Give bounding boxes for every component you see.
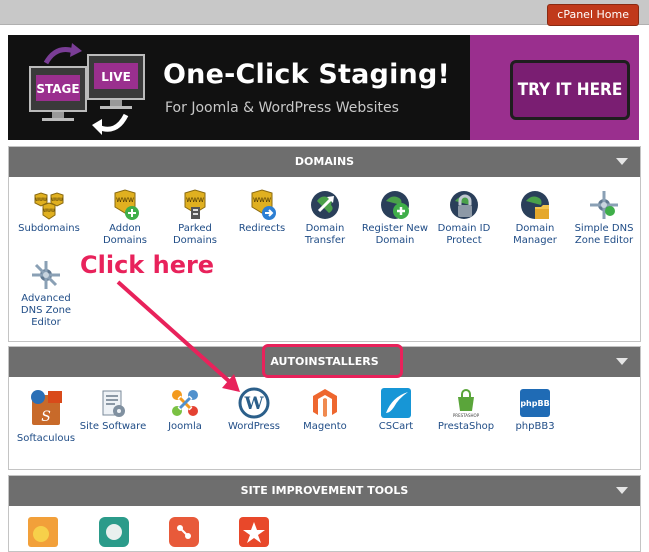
register-domain-icon bbox=[381, 191, 409, 219]
site-improvement-section: SITE IMPROVEMENT TOOLS bbox=[8, 475, 641, 552]
item-label: CSCart bbox=[378, 421, 414, 432]
advanced-dns-icon bbox=[32, 261, 60, 289]
phpbb3-icon: phpBB bbox=[520, 389, 550, 417]
item-label: Domain Manager bbox=[513, 223, 557, 246]
item-label: Parked Domains bbox=[172, 223, 217, 246]
joomla-icon bbox=[172, 390, 198, 416]
svg-text:WWW: WWW bbox=[253, 197, 271, 204]
item-label: WordPress bbox=[227, 421, 281, 432]
svg-text:WWW: WWW bbox=[116, 197, 134, 204]
svg-text:phpBB: phpBB bbox=[520, 399, 549, 408]
collapse-triangle-icon[interactable] bbox=[616, 158, 628, 165]
item-label: Addon Domains bbox=[102, 223, 147, 246]
addon-domains-icon: WWW bbox=[114, 189, 139, 220]
mascot-tool-icon[interactable] bbox=[98, 516, 130, 548]
svg-text:W: W bbox=[243, 394, 264, 414]
item-label: PrestaShop bbox=[437, 421, 495, 432]
cscart-icon bbox=[381, 388, 411, 418]
domain-manager-icon bbox=[521, 191, 549, 219]
domain-item-register-new-domain[interactable]: Register New Domain bbox=[358, 189, 432, 247]
domains-title: DOMAINS bbox=[294, 155, 355, 168]
svg-text:WWW: WWW bbox=[43, 208, 55, 213]
collapse-triangle-icon[interactable] bbox=[616, 487, 628, 494]
prestashop-icon: PRESTASHOP bbox=[453, 389, 480, 418]
banner-headline: One-Click Staging! bbox=[163, 59, 450, 90]
item-label: Domain Transfer bbox=[304, 223, 346, 246]
svg-text:WWW: WWW bbox=[35, 197, 47, 202]
wordpress-icon: W bbox=[238, 387, 270, 419]
installer-item-wordpress[interactable]: W WordPress bbox=[217, 387, 291, 433]
simple-dns-icon bbox=[590, 191, 618, 219]
installer-item-magento[interactable]: Magento bbox=[288, 387, 362, 433]
domain-id-protect-icon bbox=[450, 191, 478, 219]
stage-label: STAGE bbox=[36, 82, 79, 96]
network-tool-icon[interactable] bbox=[168, 516, 200, 548]
domain-item-simple-dns-zone-editor[interactable]: Simple DNS Zone Editor bbox=[567, 189, 641, 247]
domain-item-domain-id-protect[interactable]: Domain ID Protect bbox=[427, 189, 501, 247]
item-label: Register New Domain bbox=[361, 223, 429, 246]
item-label: Site Software bbox=[79, 421, 147, 432]
parked-domains-icon: WWW bbox=[184, 189, 206, 219]
svg-text:PRESTASHOP: PRESTASHOP bbox=[453, 413, 480, 418]
domain-item-domain-transfer[interactable]: Domain Transfer bbox=[288, 189, 362, 247]
redirects-icon: WWW bbox=[251, 189, 276, 220]
cpanel-home-button[interactable]: cPanel Home bbox=[547, 4, 639, 26]
item-label: Domain ID Protect bbox=[437, 223, 491, 246]
staging-banner[interactable]: STAGE LIVE One-Click Staging! For Joomla… bbox=[8, 35, 639, 140]
domain-item-subdomains[interactable]: WWW WWW WWW Subdomains bbox=[12, 189, 86, 235]
domain-item-advanced-dns-zone-editor[interactable]: Advanced DNS Zone Editor bbox=[9, 259, 83, 329]
item-label: Subdomains bbox=[18, 223, 80, 234]
top-bar: cPanel Home bbox=[0, 0, 649, 26]
site-improvement-header[interactable]: SITE IMPROVEMENT TOOLS bbox=[9, 476, 640, 506]
installer-item-prestashop[interactable]: PRESTASHOP PrestaShop bbox=[429, 387, 503, 433]
staging-monitors-icon: STAGE LIVE bbox=[29, 43, 145, 135]
installer-item-cscart[interactable]: CSCart bbox=[359, 387, 433, 433]
item-label: Advanced DNS Zone Editor bbox=[20, 293, 72, 328]
domains-header[interactable]: DOMAINS bbox=[9, 147, 640, 177]
item-label: Magento bbox=[303, 421, 347, 432]
svg-text:WWW: WWW bbox=[51, 197, 63, 202]
installer-item-phpbb3[interactable]: phpBB phpBB3 bbox=[498, 387, 572, 433]
collapse-triangle-icon[interactable] bbox=[616, 358, 628, 365]
item-label: Softaculous bbox=[16, 433, 76, 444]
banner-subheadline: For Joomla & WordPress Websites bbox=[165, 100, 399, 116]
try-it-here-button[interactable]: TRY IT HERE bbox=[510, 60, 630, 120]
item-label: Simple DNS Zone Editor bbox=[574, 223, 634, 246]
domains-section: DOMAINS WWW WWW WWW Subdomains WWW Addon… bbox=[8, 146, 641, 342]
magento-icon bbox=[313, 389, 337, 417]
autoinstallers-highlight bbox=[262, 344, 403, 378]
installer-item-site-software[interactable]: Site Software bbox=[76, 387, 150, 433]
domain-item-addon-domains[interactable]: WWW Addon Domains bbox=[88, 189, 162, 247]
softaculous-icon: S bbox=[31, 390, 62, 425]
sitelock-icon[interactable] bbox=[27, 516, 59, 548]
site-software-icon bbox=[102, 390, 125, 417]
svg-text:WWW: WWW bbox=[186, 197, 204, 204]
site-improvement-title: SITE IMPROVEMENT TOOLS bbox=[240, 484, 409, 497]
domain-item-domain-manager[interactable]: Domain Manager bbox=[498, 189, 572, 247]
star-tool-icon[interactable] bbox=[238, 516, 270, 548]
domain-transfer-icon bbox=[311, 191, 339, 219]
item-label: phpBB3 bbox=[515, 421, 555, 432]
installer-item-joomla[interactable]: Joomla bbox=[148, 387, 222, 433]
item-label: Joomla bbox=[168, 421, 202, 432]
subdomains-icon: WWW WWW WWW bbox=[34, 192, 64, 220]
live-label: LIVE bbox=[101, 70, 131, 84]
svg-text:S: S bbox=[41, 409, 51, 425]
domain-item-parked-domains[interactable]: WWW Parked Domains bbox=[158, 189, 232, 247]
click-here-callout: Click here bbox=[80, 251, 215, 279]
cta-zone: TRY IT HERE bbox=[470, 35, 639, 140]
installer-item-softaculous[interactable]: S Softaculous bbox=[9, 387, 83, 445]
